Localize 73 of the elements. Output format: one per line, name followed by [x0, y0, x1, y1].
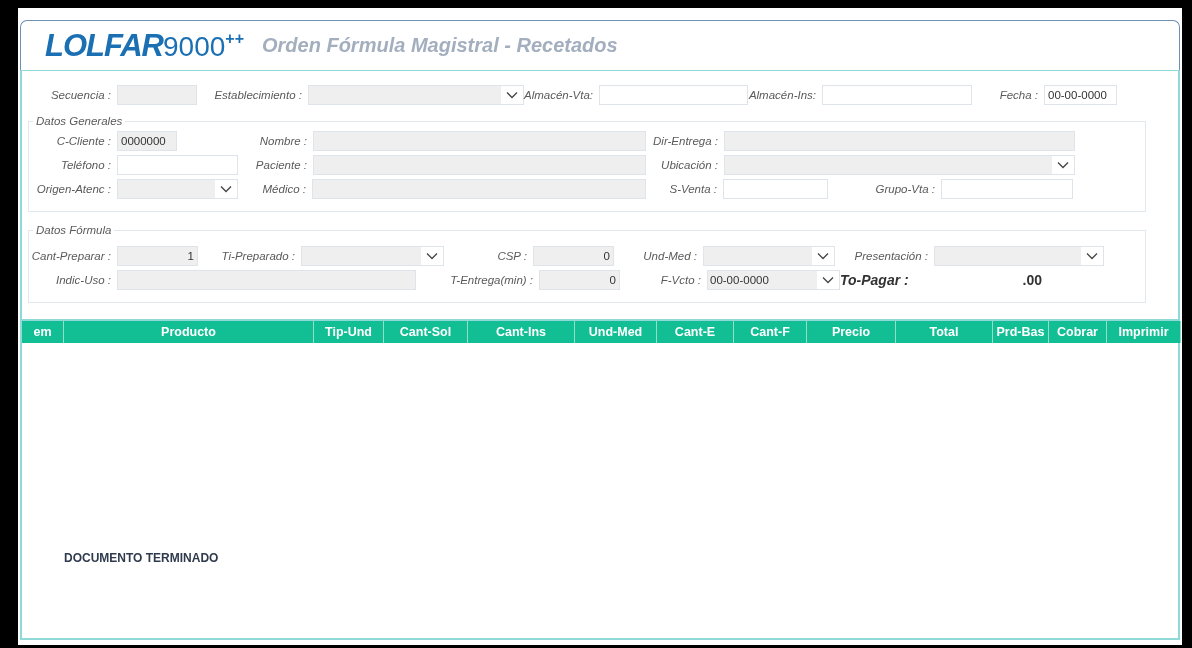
- field-label: Cant-Preparar :: [30, 250, 112, 262]
- column-header: Tip-Und: [314, 321, 384, 343]
- field-label: Establecimiento :: [213, 89, 303, 101]
- field-label: Secuencia :: [49, 89, 112, 101]
- column-header: Cant-Ins: [468, 321, 575, 343]
- group-legend: Datos Generales: [33, 115, 126, 127]
- page-title: Orden Fórmula Magistral - Recetados: [262, 34, 618, 57]
- input-field[interactable]: [117, 155, 238, 175]
- input-field[interactable]: [599, 85, 748, 105]
- dropdown-field[interactable]: [308, 85, 524, 105]
- input-field[interactable]: 0: [539, 270, 620, 290]
- input-field[interactable]: [117, 85, 197, 105]
- chevron-down-icon: [220, 185, 232, 193]
- field-label: Fecha :: [998, 89, 1039, 101]
- field-label: S-Venta :: [668, 183, 718, 195]
- column-header: Und-Med: [575, 321, 657, 343]
- chevron-down-icon: [1086, 252, 1098, 260]
- field-label: Indic-Uso :: [55, 274, 112, 286]
- column-header: Cant-F: [734, 321, 807, 343]
- field-label: Origen-Atenc :: [35, 183, 112, 195]
- column-header: Cant-E: [657, 321, 734, 343]
- input-field[interactable]: [822, 85, 972, 105]
- input-field[interactable]: 00-00-0000: [1044, 85, 1117, 105]
- logo: LOLFAR9000++: [45, 27, 244, 64]
- field-label: Paciente :: [254, 159, 308, 171]
- group-legend: Datos Fórmula: [33, 224, 115, 236]
- column-header: Prd-Bas: [993, 321, 1049, 343]
- field-label: T-Entrega(min) :: [449, 274, 534, 286]
- chevron-down-icon: [817, 252, 829, 260]
- chevron-down-icon: [822, 276, 834, 284]
- field-label: Almacén-Vta:: [524, 89, 595, 101]
- total-label: To-Pagar :: [840, 272, 910, 288]
- field-label: Grupo-Vta :: [874, 183, 936, 195]
- input-field[interactable]: [313, 131, 646, 151]
- field-label: Und-Med :: [642, 250, 698, 262]
- status-text: DOCUMENTO TERMINADO: [64, 551, 220, 565]
- field-label: Ti-Preparado :: [220, 250, 296, 262]
- dropdown-field[interactable]: [724, 155, 1075, 175]
- input-field[interactable]: [941, 179, 1073, 199]
- dropdown-field[interactable]: [301, 246, 444, 266]
- field-label: CSP :: [496, 250, 528, 262]
- column-header: Cant-Sol: [384, 321, 468, 343]
- column-header: Total: [896, 321, 993, 343]
- field-label: C-Cliente :: [55, 135, 112, 147]
- dropdown-field[interactable]: 00-00-0000: [707, 270, 840, 290]
- column-header: Precio: [807, 321, 896, 343]
- column-header: Producto: [64, 321, 314, 343]
- chevron-down-icon: [506, 91, 518, 99]
- field-label: Presentación :: [853, 250, 929, 262]
- dropdown-field[interactable]: [117, 179, 238, 199]
- chevron-down-icon: [1057, 161, 1069, 169]
- dropdown-field[interactable]: [703, 246, 835, 266]
- total-amount: .00: [1021, 272, 1042, 288]
- field-label: Almacén-Ins:: [748, 89, 817, 101]
- input-field[interactable]: [723, 179, 828, 199]
- field-label: Médico :: [261, 183, 307, 195]
- field-label: Teléfono :: [59, 159, 112, 171]
- field-label: Ubicación :: [660, 159, 719, 171]
- field-label: F-Vcto :: [659, 274, 702, 286]
- input-field[interactable]: [724, 131, 1075, 151]
- input-field[interactable]: [313, 155, 646, 175]
- column-header: Imprimir: [1107, 321, 1181, 343]
- input-field[interactable]: 0000000: [117, 131, 177, 151]
- input-field[interactable]: 0: [533, 246, 614, 266]
- input-field[interactable]: [312, 179, 646, 199]
- dropdown-field[interactable]: [934, 246, 1104, 266]
- input-field[interactable]: [117, 270, 416, 290]
- field-label: Nombre :: [258, 135, 308, 147]
- field-label: Dir-Entrega :: [652, 135, 719, 147]
- input-field[interactable]: 1: [117, 246, 198, 266]
- column-header: em: [22, 321, 64, 343]
- column-header: Cobrar: [1049, 321, 1107, 343]
- chevron-down-icon: [426, 252, 438, 260]
